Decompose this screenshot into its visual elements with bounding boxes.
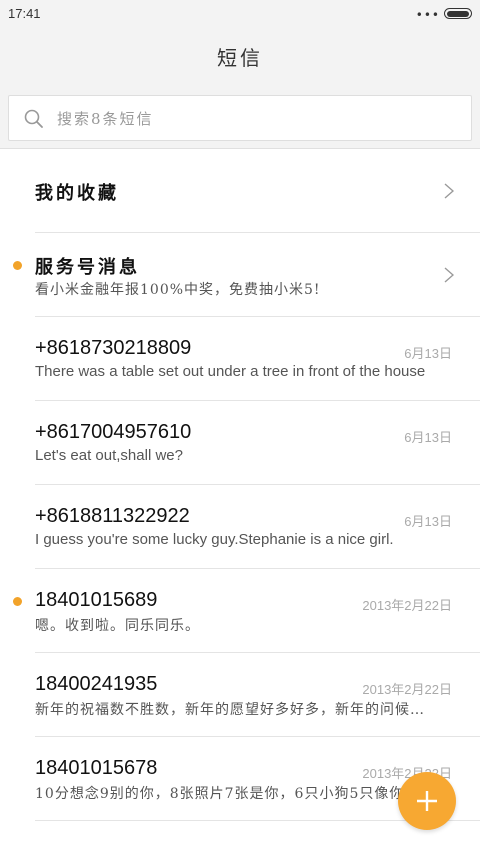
conversation-row[interactable]: +8618811322922 6月13日 I guess you're some… — [0, 485, 480, 569]
page-title: 短信 — [217, 46, 263, 70]
plus-icon — [417, 791, 437, 811]
chevron-right-icon — [444, 183, 454, 199]
contact-name: +8617004957610 — [35, 421, 192, 443]
conversation-row[interactable]: +8617004957610 6月13日 Let's eat out,shall… — [0, 401, 480, 485]
conversation-row[interactable]: 18401015689 2013年2月22日 嗯。收到啦。同乐同乐。 — [0, 569, 480, 653]
status-bar: 17:41 ••• — [0, 0, 480, 28]
chevron-right-icon — [444, 267, 454, 283]
message-date: 6月13日 — [404, 430, 452, 445]
battery-icon — [444, 8, 472, 19]
contact-name: 18401015678 — [35, 757, 158, 779]
contact-name: 18401015689 — [35, 589, 158, 611]
message-date: 2013年2月22日 — [362, 598, 452, 613]
conversation-row[interactable]: 18400241935 2013年2月22日 新年的祝福数不胜数，新年的愿望好多… — [0, 653, 480, 737]
message-snippet: 10分想念9别的你，8张照片7张是你，6只小狗5只像你 — [35, 786, 405, 802]
unread-dot — [13, 597, 22, 606]
service-snippet: 看小米金融年报100%中奖，免费抽小米5! — [35, 282, 321, 298]
contact-name: 18400241935 — [35, 673, 158, 695]
search-area: 搜索8条短信 — [0, 86, 480, 149]
message-snippet: 新年的祝福数不胜数，新年的愿望好多好多，新年的问候… — [35, 702, 425, 718]
favorites-label: 我的收藏 — [35, 183, 119, 204]
message-date: 6月13日 — [404, 346, 452, 361]
message-snippet: I guess you're some lucky guy.Stephanie … — [35, 531, 394, 548]
more-dots-icon: ••• — [415, 8, 440, 22]
service-messages-row[interactable]: 服务号消息 看小米金融年报100%中奖，免费抽小米5! — [0, 233, 480, 317]
message-snippet: Let's eat out,shall we? — [35, 447, 183, 464]
favorites-row[interactable]: 我的收藏 — [0, 149, 480, 233]
conversation-row[interactable]: +8618730218809 6月13日 There was a table s… — [0, 317, 480, 401]
service-name: 服务号消息 — [35, 257, 140, 278]
contact-name: +8618730218809 — [35, 337, 192, 359]
unread-dot — [13, 261, 22, 270]
search-input[interactable]: 搜索8条短信 — [8, 95, 472, 141]
message-date: 2013年2月22日 — [362, 682, 452, 697]
contact-name: +8618811322922 — [35, 505, 190, 527]
title-bar: 短信 — [0, 28, 480, 86]
search-icon — [24, 109, 43, 128]
message-snippet: 嗯。收到啦。同乐同乐。 — [35, 618, 200, 634]
search-placeholder: 搜索8条短信 — [57, 110, 154, 128]
message-date: 6月13日 — [404, 514, 452, 529]
status-time: 17:41 — [8, 6, 41, 21]
message-snippet: There was a table set out under a tree i… — [35, 363, 426, 380]
compose-button[interactable] — [398, 772, 456, 830]
